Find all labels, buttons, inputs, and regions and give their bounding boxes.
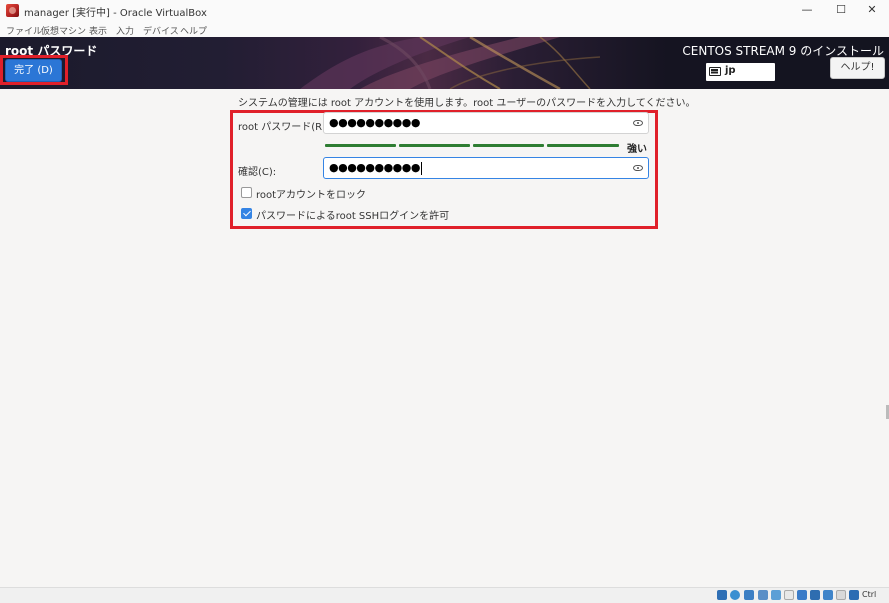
window-title-bar: manager [実行中] - Oracle VirtualBox — ☐ ✕ [0, 0, 889, 22]
shared-folders-icon[interactable] [784, 590, 794, 600]
minimize-button[interactable]: — [795, 0, 819, 22]
vm-status-bar: Ctrl [0, 587, 889, 603]
done-button[interactable]: 完了 (D) [5, 59, 62, 82]
root-password-value: ●●●●●●●●●● [329, 116, 420, 129]
show-password-eye-icon[interactable] [633, 120, 643, 126]
strength-segment-2 [399, 144, 470, 147]
help-button[interactable]: ヘルプ! [830, 57, 885, 79]
root-password-label: root パスワード(R): [238, 122, 330, 133]
password-strength-label: 強い [627, 144, 647, 155]
menu-machine[interactable]: 仮想マシン [41, 24, 86, 37]
menu-file[interactable]: ファイル [6, 24, 42, 37]
hard-disk-icon[interactable] [717, 590, 727, 600]
keyboard-icon [709, 67, 721, 76]
audio-icon[interactable] [744, 590, 754, 600]
cpu-icon[interactable] [823, 590, 833, 600]
keyboard-layout-indicator[interactable]: jp [706, 63, 775, 81]
close-button[interactable]: ✕ [860, 0, 884, 22]
menu-help[interactable]: ヘルプ [180, 24, 207, 37]
window-title: manager [実行中] - Oracle VirtualBox [24, 8, 207, 19]
strength-segment-4 [547, 144, 619, 147]
password-strength-bar [325, 144, 619, 147]
allow-root-ssh-checkbox[interactable] [241, 208, 252, 219]
main-content: システムの管理には root アカウントを使用します。root ユーザーのパスワ… [0, 89, 889, 587]
installer-header: root パスワード 完了 (D) CENTOS STREAM 9 のインストー… [0, 37, 889, 89]
lock-root-label[interactable]: rootアカウントをロック [256, 186, 366, 201]
keyboard-layout-label: jp [725, 65, 736, 76]
menu-input[interactable]: 入力 [116, 24, 134, 37]
lock-root-checkbox[interactable] [241, 187, 252, 198]
confirm-password-label: 確認(C): [238, 167, 277, 178]
menu-devices[interactable]: デバイス [143, 24, 179, 37]
confirm-password-value: ●●●●●●●●●● [329, 161, 422, 175]
root-password-input[interactable]: ●●●●●●●●●● [323, 112, 649, 134]
strength-segment-1 [325, 144, 396, 147]
usb-icon[interactable] [771, 590, 781, 600]
menu-view[interactable]: 表示 [89, 24, 107, 37]
allow-root-ssh-label[interactable]: パスワードによるroot SSHログインを許可 [256, 207, 449, 222]
host-key-label: Ctrl [862, 590, 877, 599]
menu-bar: ファイル 仮想マシン 表示 入力 デバイス ヘルプ [0, 22, 889, 37]
arrow-down-icon[interactable] [849, 590, 859, 600]
mouse-integration-icon[interactable] [836, 590, 846, 600]
confirm-password-input[interactable]: ●●●●●●●●●● [323, 157, 649, 179]
maximize-button[interactable]: ☐ [829, 0, 853, 22]
strength-segment-3 [473, 144, 544, 147]
show-confirm-eye-icon[interactable] [633, 165, 643, 171]
display-icon[interactable] [797, 590, 807, 600]
text-caret [420, 161, 422, 175]
optical-drive-icon[interactable] [730, 590, 740, 600]
video-capture-icon[interactable] [810, 590, 820, 600]
network-icon[interactable] [758, 590, 768, 600]
root-account-description: システムの管理には root アカウントを使用します。root ユーザーのパスワ… [238, 98, 696, 109]
virtualbox-app-icon [6, 4, 19, 17]
